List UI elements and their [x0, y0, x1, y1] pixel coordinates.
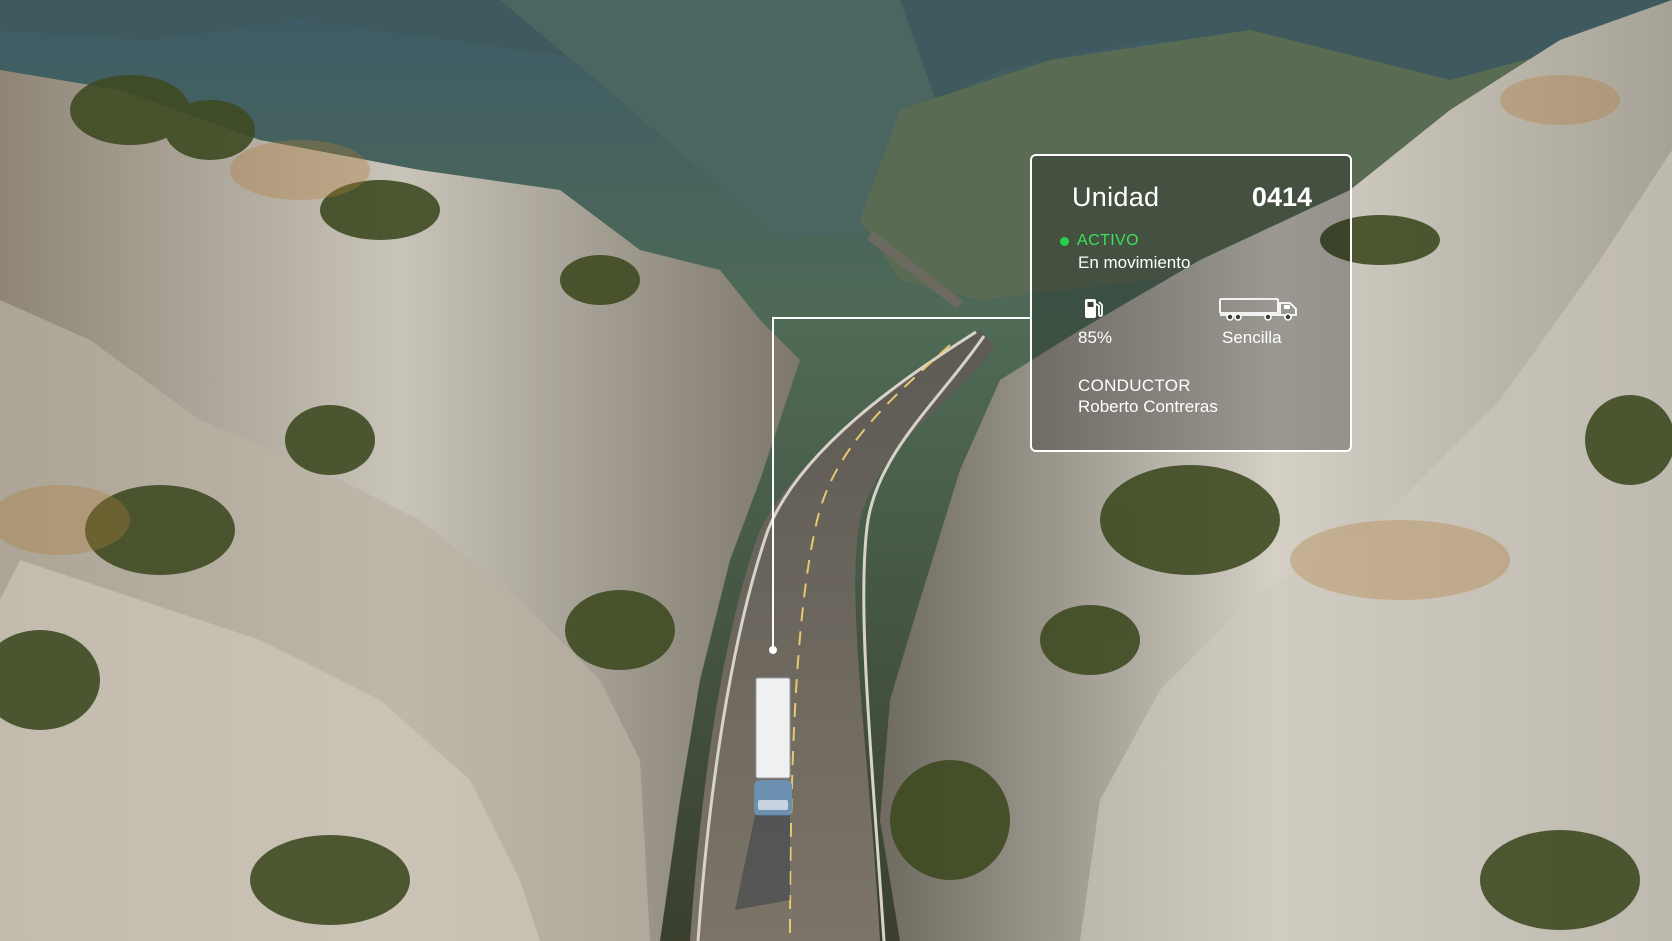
trailer-type: Sencilla: [1222, 328, 1282, 347]
status-badge: ACTIVO: [1077, 232, 1139, 249]
status-row: ACTIVO: [1060, 232, 1139, 250]
unit-label: Unidad: [1072, 182, 1160, 212]
movement-status: En movimiento: [1078, 253, 1191, 272]
vehicle-info-card[interactable]: Unidad 0414 ACTIVO En movimiento 85% Sen…: [1030, 154, 1352, 452]
unit-number: 0414: [1251, 182, 1312, 212]
driver-name: Roberto Contreras: [1078, 397, 1218, 416]
aerial-canyon-road-photo: [0, 0, 1672, 941]
driver-label: CONDUCTOR: [1078, 376, 1191, 395]
fuel-level: 85%: [1078, 328, 1113, 347]
semi-truck-icon: [1219, 298, 1297, 321]
status-dot-icon: [1060, 236, 1069, 246]
fuel-pump-icon: [1085, 299, 1103, 318]
